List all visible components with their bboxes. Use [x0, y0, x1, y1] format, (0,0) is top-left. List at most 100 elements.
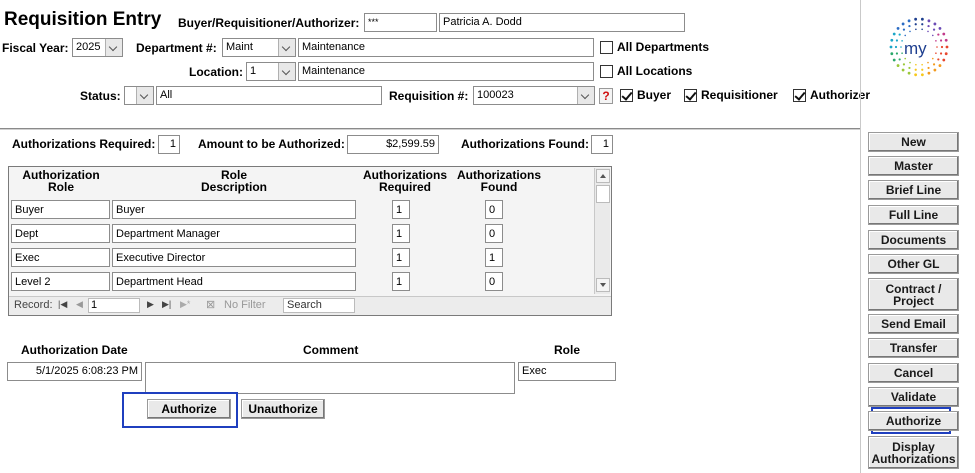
authorize-button[interactable]: Authorize	[147, 399, 231, 419]
help-icon[interactable]: ?	[599, 88, 613, 104]
first-record-icon[interactable]: |◀	[58, 299, 67, 310]
all-locations-checkbox[interactable]	[600, 65, 613, 78]
full-line-button[interactable]: Full Line	[868, 205, 959, 225]
location-combo[interactable]: 1	[246, 62, 296, 81]
department-combo[interactable]: Maint	[222, 38, 296, 57]
svg-text:my: my	[904, 39, 927, 58]
chevron-down-icon[interactable]	[278, 39, 295, 56]
buyer-checkbox[interactable]	[620, 89, 633, 102]
fiscal-year-label: Fiscal Year:	[2, 41, 69, 55]
auth-found-label: Authorizations Found:	[461, 137, 589, 151]
brief-line-button[interactable]: Brief Line	[868, 180, 959, 200]
header-separator	[0, 128, 860, 130]
chevron-down-icon[interactable]	[136, 87, 153, 104]
scroll-down-icon[interactable]	[596, 278, 610, 292]
col-header-role: Authorization Role	[22, 168, 100, 194]
location-name-field[interactable]: Maintenance	[298, 62, 594, 81]
record-number-field[interactable]: 1	[88, 298, 140, 313]
requisition-combo[interactable]: 100023	[473, 86, 595, 105]
requisitioner-check-label: Requisitioner	[701, 88, 778, 102]
chevron-down-icon[interactable]	[577, 87, 594, 104]
status-name-field[interactable]: All	[156, 86, 382, 105]
my-logo: my	[884, 12, 954, 82]
new-button[interactable]: New	[868, 132, 959, 152]
new-record-icon[interactable]: ▶*	[180, 299, 190, 310]
grid-description-cell[interactable]: Department Manager	[112, 224, 356, 243]
buyer-label: Buyer/Requisitioner/Authorizer:	[178, 16, 360, 30]
other-gl-button[interactable]: Other GL	[868, 254, 959, 274]
send-email-button[interactable]: Send Email	[868, 314, 959, 334]
status-combo[interactable]	[124, 86, 154, 105]
page-title: Requisition Entry	[4, 9, 162, 30]
grid-role-cell[interactable]: Buyer	[11, 200, 110, 219]
status-label: Status:	[80, 89, 121, 103]
role-label: Role	[554, 343, 581, 357]
auth-date-label: Authorization Date	[21, 343, 128, 357]
all-departments-checkbox[interactable]	[600, 41, 613, 54]
record-label: Record:	[14, 299, 53, 311]
contract-project-button[interactable]: Contract / Project	[868, 278, 959, 311]
comment-label: Comment	[303, 343, 359, 357]
amount-label: Amount to be Authorized:	[198, 137, 345, 151]
comment-field[interactable]	[145, 362, 515, 394]
grid-required-cell[interactable]: 1	[392, 224, 410, 243]
grid-found-cell[interactable]: 0	[485, 224, 503, 243]
transfer-button[interactable]: Transfer	[868, 338, 959, 358]
grid-required-cell[interactable]: 1	[392, 272, 410, 291]
grid-scrollbar[interactable]	[594, 168, 610, 294]
auth-date-field[interactable]: 5/1/2025 6:08:23 PM	[7, 362, 142, 381]
col-header-required: Authorizations Required	[363, 168, 447, 194]
location-code-value: 1	[250, 65, 257, 77]
fiscal-year-value: 2025	[76, 41, 101, 53]
scroll-thumb[interactable]	[596, 185, 610, 203]
auth-found-field: 1	[591, 135, 613, 154]
sidebar-authorize-button[interactable]: Authorize	[868, 411, 959, 431]
grid-role-cell[interactable]: Level 2	[11, 272, 110, 291]
filter-icon[interactable]: ⊠	[206, 298, 215, 311]
unauthorize-button[interactable]: Unauthorize	[241, 399, 325, 419]
master-button[interactable]: Master	[868, 156, 959, 176]
department-code-value: Maint	[226, 41, 253, 53]
grid-found-cell[interactable]: 0	[485, 272, 503, 291]
chevron-down-icon[interactable]	[278, 63, 295, 80]
buyer-check-label: Buyer	[637, 88, 672, 102]
no-filter-label[interactable]: No Filter	[224, 299, 266, 311]
prev-record-icon[interactable]: ◀	[76, 299, 83, 310]
amount-field: $2,599.59	[347, 135, 439, 154]
grid-description-cell[interactable]: Executive Director	[112, 248, 356, 267]
last-record-icon[interactable]: ▶|	[162, 299, 171, 310]
buyer-code-field[interactable]: ***	[364, 13, 437, 32]
col-header-description: Role Description	[200, 168, 267, 194]
chevron-down-icon[interactable]	[105, 39, 122, 56]
requisitioner-checkbox[interactable]	[684, 89, 697, 102]
grid-search-field[interactable]: Search	[283, 298, 355, 313]
scroll-up-icon[interactable]	[596, 169, 610, 183]
next-record-icon[interactable]: ▶	[147, 299, 154, 310]
sidebar-divider	[860, 0, 861, 473]
grid-role-cell[interactable]: Dept	[11, 224, 110, 243]
grid-description-cell[interactable]: Department Head	[112, 272, 356, 291]
display-authorizations-button[interactable]: Display Authorizations	[868, 436, 959, 469]
grid-role-cell[interactable]: Exec	[11, 248, 110, 267]
requisition-label: Requisition #:	[389, 89, 469, 103]
department-label: Department #:	[136, 41, 217, 55]
grid-found-cell[interactable]: 1	[485, 248, 503, 267]
auth-required-field: 1	[158, 135, 180, 154]
auth-required-label: Authorizations Required:	[12, 137, 156, 151]
grid-found-cell[interactable]: 0	[485, 200, 503, 219]
documents-button[interactable]: Documents	[868, 230, 959, 250]
department-name-field[interactable]: Maintenance	[298, 38, 594, 57]
role-field[interactable]: Exec	[518, 362, 616, 381]
grid-required-cell[interactable]: 1	[392, 248, 410, 267]
authorizer-checkbox[interactable]	[793, 89, 806, 102]
col-header-found: Authorizations Found	[457, 168, 541, 194]
requisition-number-value: 100023	[477, 89, 514, 101]
validate-button[interactable]: Validate	[868, 387, 959, 407]
authorizer-check-label: Authorizer	[810, 88, 870, 102]
grid-required-cell[interactable]: 1	[392, 200, 410, 219]
fiscal-year-combo[interactable]: 2025	[72, 38, 123, 57]
buyer-name-field[interactable]: Patricia A. Dodd	[439, 13, 685, 32]
cancel-button[interactable]: Cancel	[868, 363, 959, 383]
grid-description-cell[interactable]: Buyer	[112, 200, 356, 219]
location-label: Location:	[189, 65, 243, 79]
